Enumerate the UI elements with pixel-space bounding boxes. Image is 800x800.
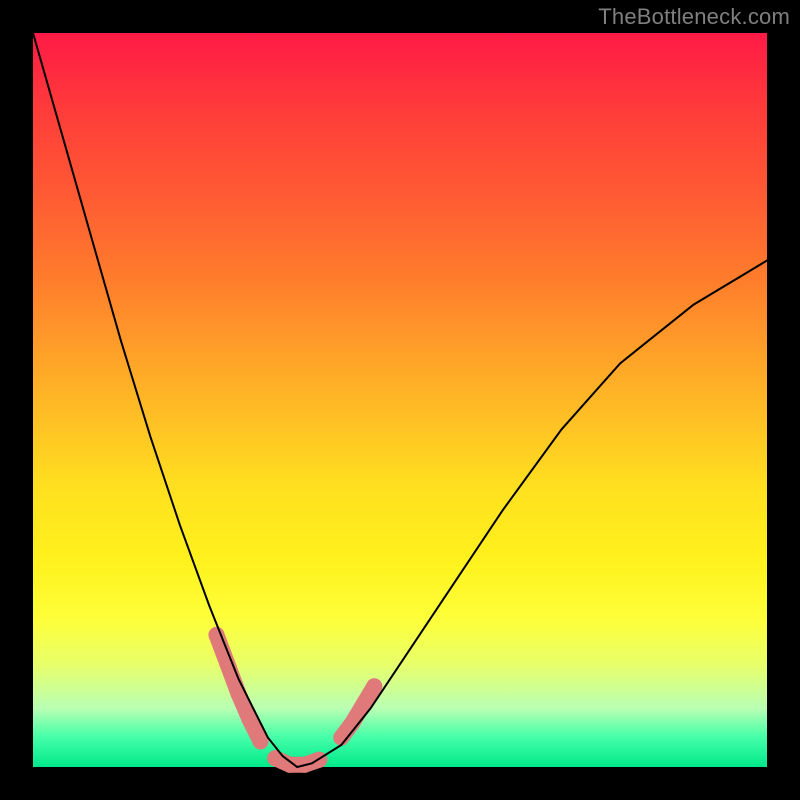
curve-svg	[33, 33, 767, 767]
chart-stage: TheBottleneck.com	[0, 0, 800, 800]
watermark-text: TheBottleneck.com	[598, 4, 790, 30]
highlight-group	[209, 627, 383, 773]
bottleneck-curve	[33, 33, 767, 767]
right-dots-dot	[366, 678, 382, 694]
right-dots	[341, 686, 374, 737]
plot-area	[33, 33, 767, 767]
